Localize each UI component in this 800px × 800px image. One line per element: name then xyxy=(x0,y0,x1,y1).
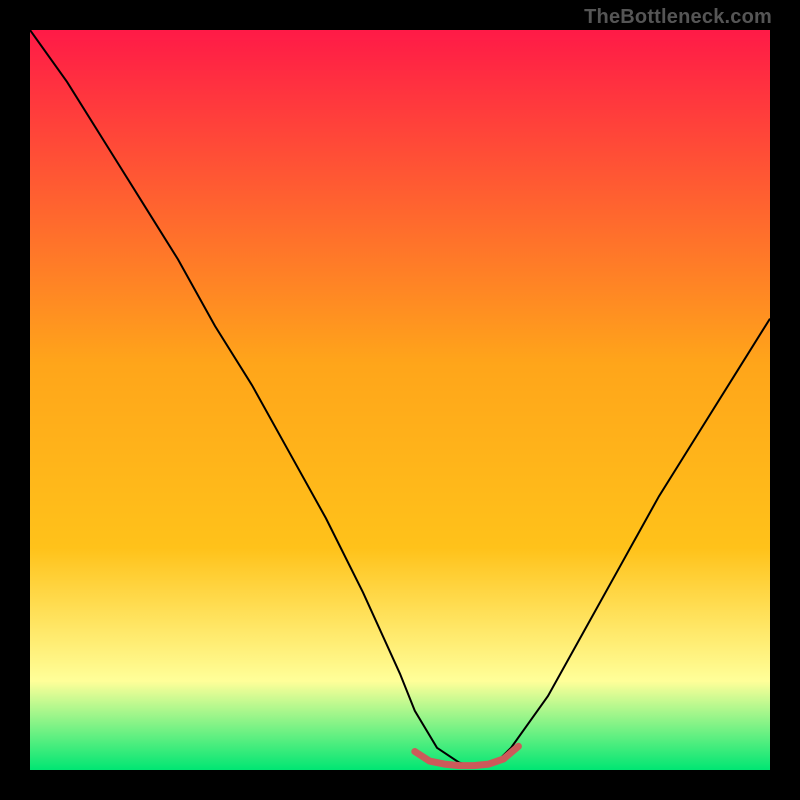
chart-container: TheBottleneck.com xyxy=(0,0,800,800)
plot-area xyxy=(30,30,770,770)
chart-svg xyxy=(30,30,770,770)
watermark-text: TheBottleneck.com xyxy=(584,6,772,29)
gradient-background xyxy=(30,30,770,770)
